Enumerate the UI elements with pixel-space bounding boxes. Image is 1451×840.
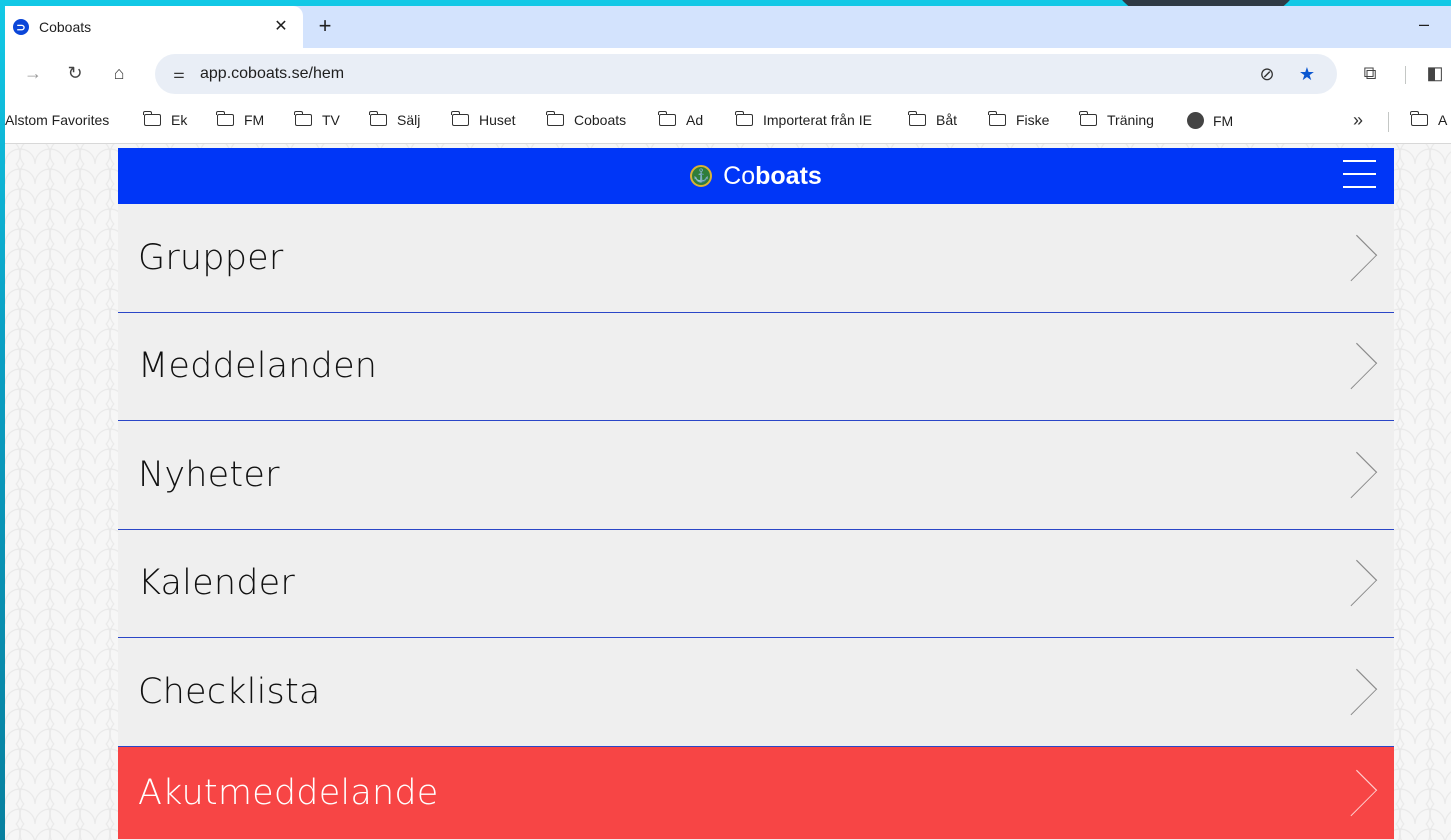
bookmark-label: Fiske — [1016, 112, 1050, 128]
menu-item-meddelanden[interactable]: Meddelanden — [118, 313, 1394, 421]
chevron-right-icon — [1330, 343, 1378, 390]
toolbar-divider — [1405, 66, 1406, 84]
tab-coboats[interactable]: ⊃ Coboats ✕ — [5, 6, 303, 48]
home-icon[interactable]: ⌂ — [107, 61, 131, 85]
bookmarks-divider — [1388, 112, 1389, 132]
close-tab-icon[interactable]: ✕ — [271, 17, 291, 37]
folder-icon — [908, 111, 926, 126]
browser-toolbar: → ↻ ⌂ ⚌ app.coboats.se/hem ⊘ ★ ⧉ ◧ — [5, 48, 1451, 100]
coboats-favicon-icon: ⊃ — [13, 19, 29, 35]
forward-icon[interactable]: → — [21, 61, 45, 85]
chevron-right-icon — [1330, 451, 1378, 498]
bookmark-label: Coboats — [574, 112, 627, 128]
bookmark-bat[interactable]: Båt — [908, 111, 958, 128]
bookmark-salj[interactable]: Sälj — [369, 111, 421, 128]
menu-item-akutmeddelande[interactable]: Akutmeddelande — [118, 746, 1394, 839]
bookmark-label: FM — [1213, 112, 1234, 129]
chevron-right-icon — [1330, 769, 1378, 816]
address-bar[interactable]: ⚌ app.coboats.se/hem ⊘ ★ — [155, 54, 1337, 94]
bookmark-label: Huset — [479, 112, 516, 128]
bookmark-label: Ad — [686, 112, 704, 128]
bookmark-label: TV — [322, 112, 340, 128]
anchor-emblem-icon: ⚓ — [690, 165, 713, 187]
site-info-icon[interactable]: ⚌ — [167, 62, 191, 86]
bookmark-label: Alstom Favorites — [5, 112, 110, 128]
bookmarks-bar: Alstom Favorites Ek FM TV Sälj Huset Cob… — [5, 100, 1451, 144]
bookmark-huset[interactable]: Huset — [451, 111, 516, 128]
bookmark-fm[interactable]: FM — [216, 111, 265, 128]
bookmark-label: A — [1438, 112, 1448, 128]
menu-item-kalender[interactable]: Kalender — [118, 530, 1394, 638]
new-tab-button[interactable]: + — [313, 15, 337, 39]
menu-item-label: Grupper — [138, 237, 284, 278]
chevron-right-icon — [1330, 234, 1378, 281]
folder-icon — [546, 111, 564, 126]
bookmark-coboats[interactable]: Coboats — [546, 111, 627, 128]
folder-icon — [1410, 111, 1428, 126]
extensions-icon[interactable]: ⧉ — [1358, 61, 1382, 85]
side-panel-icon[interactable]: ◧ — [1423, 61, 1447, 85]
bookmark-traning[interactable]: Träning — [1079, 111, 1154, 128]
bookmark-label: Träning — [1107, 112, 1154, 128]
menu-item-label: Checklista — [138, 671, 321, 712]
folder-icon — [988, 111, 1006, 126]
bookmark-ad[interactable]: Ad — [658, 111, 704, 128]
app-header: ⚓ Co boats — [118, 148, 1394, 204]
bookmark-fiske[interactable]: Fiske — [988, 111, 1050, 128]
url-text[interactable]: app.coboats.se/hem — [200, 65, 344, 83]
hamburger-menu-icon[interactable] — [1343, 160, 1376, 190]
menu-item-label: Nyheter — [138, 454, 280, 495]
folder-icon — [216, 111, 234, 126]
brand-prefix: Co — [723, 161, 756, 190]
menu-item-checklista[interactable]: Checklista — [118, 638, 1394, 747]
folder-icon — [735, 111, 753, 126]
bookmark-star-icon[interactable]: ★ — [1295, 62, 1319, 86]
bookmark-label: FM — [244, 112, 265, 128]
brand-bold: boats — [755, 161, 822, 190]
chevron-right-icon — [1330, 668, 1378, 715]
folder-icon — [451, 111, 469, 126]
page-viewport: ⚓ Co boats Grupper Meddelanden Nyheter K… — [5, 144, 1451, 840]
folder-icon — [1079, 111, 1097, 126]
reload-icon[interactable]: ↻ — [63, 61, 87, 85]
coboats-app: ⚓ Co boats Grupper Meddelanden Nyheter K… — [118, 148, 1394, 840]
folder-icon — [294, 111, 312, 126]
bookmark-fm-web[interactable]: FM — [1187, 112, 1233, 129]
browser-window: ⊃ Coboats ✕ + – → ↻ ⌂ ⚌ app.coboats.se/h… — [5, 6, 1451, 840]
bookmark-ek[interactable]: Ek — [143, 111, 188, 128]
bookmark-label: Båt — [936, 112, 958, 128]
more-bookmarks-icon[interactable]: » — [1353, 110, 1363, 131]
bookmark-label: Importerat från IE — [763, 112, 872, 128]
bookmark-label: Ek — [171, 112, 188, 128]
location-off-icon[interactable]: ⊘ — [1255, 62, 1279, 86]
menu-item-label: Kalender — [138, 563, 295, 604]
folder-icon — [143, 111, 161, 126]
menu-item-grupper[interactable]: Grupper — [118, 204, 1394, 313]
brand-logo[interactable]: ⚓ Co boats — [690, 162, 822, 191]
bookmark-overflow-folder[interactable]: A — [1410, 111, 1448, 128]
menu-item-label: Meddelanden — [138, 346, 378, 387]
tab-title: Coboats — [39, 19, 92, 35]
bookmark-importerat[interactable]: Importerat från IE — [735, 111, 872, 128]
chevron-right-icon — [1330, 560, 1378, 607]
bookmark-label: Sälj — [397, 112, 421, 128]
tab-strip: ⊃ Coboats ✕ + – — [5, 6, 1451, 48]
menu-item-nyheter[interactable]: Nyheter — [118, 421, 1394, 530]
menu-item-label: Akutmeddelande — [138, 772, 439, 813]
minimize-button[interactable]: – — [1419, 14, 1429, 35]
bookmark-alstom-favorites[interactable]: Alstom Favorites — [5, 112, 109, 128]
folder-icon — [658, 111, 676, 126]
globe-icon — [1187, 112, 1204, 129]
bookmark-tv[interactable]: TV — [294, 111, 340, 128]
folder-icon — [369, 111, 387, 126]
